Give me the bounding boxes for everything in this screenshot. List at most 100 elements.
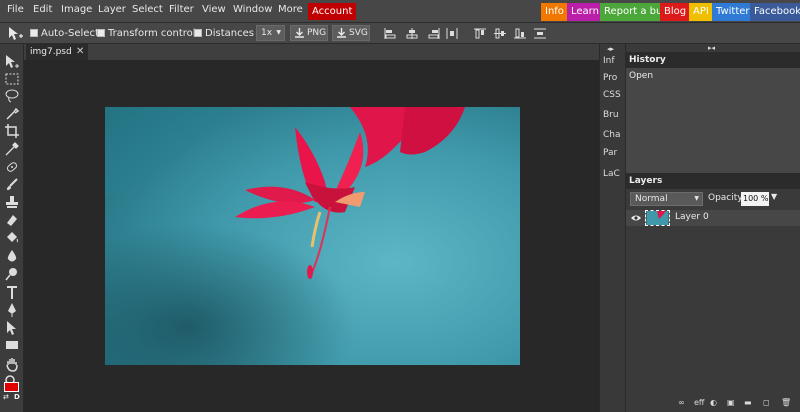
- blend-mode-select[interactable]: Normal ▼: [630, 192, 703, 206]
- panel-layer-comps-tab[interactable]: LaC: [603, 169, 620, 179]
- tools-panel: ⇄ D: [0, 44, 24, 412]
- document-image[interactable]: [105, 107, 520, 365]
- menu-file[interactable]: File: [7, 4, 24, 15]
- align-center-h-icon[interactable]: [406, 28, 418, 39]
- panel-css-tab[interactable]: CSS: [603, 90, 621, 100]
- swap-colors-icon[interactable]: ⇄: [3, 393, 9, 401]
- history-title: History: [629, 55, 666, 65]
- align-left-icon[interactable]: [384, 28, 396, 39]
- transform-controls-label: Transform controls: [108, 28, 201, 39]
- new-layer-icon[interactable]: ◻: [763, 398, 770, 407]
- panel-properties-tab[interactable]: Pro: [603, 73, 617, 83]
- api-link[interactable]: API: [689, 3, 713, 21]
- opacity-input[interactable]: 100 %: [741, 192, 769, 206]
- dodge-tool-icon[interactable]: [4, 266, 20, 282]
- move-tool-icon[interactable]: [7, 26, 23, 42]
- expand-panels-icon[interactable]: ◂▸: [607, 45, 614, 53]
- account-button[interactable]: Account: [308, 3, 357, 20]
- info-link[interactable]: Info: [541, 3, 568, 21]
- scale-value: 1x: [261, 28, 273, 38]
- history-list: Open: [626, 68, 800, 176]
- options-bar: Auto-Select Transform controls Distances…: [0, 23, 800, 44]
- crop-tool-icon[interactable]: [4, 123, 20, 139]
- distribute-h-icon[interactable]: [446, 28, 458, 39]
- blog-link[interactable]: Blog: [660, 3, 691, 21]
- menu-more[interactable]: More: [278, 4, 303, 15]
- opacity-label: Opacity:: [708, 193, 745, 203]
- align-right-icon[interactable]: [428, 28, 440, 39]
- lasso-tool-icon[interactable]: [4, 88, 20, 104]
- type-tool-icon[interactable]: [4, 285, 20, 301]
- layers-title: Layers: [629, 176, 663, 186]
- new-folder-icon[interactable]: ▬: [744, 398, 752, 407]
- layers-panel-header: Layers: [626, 173, 800, 189]
- chevron-down-icon: ▼: [694, 195, 699, 202]
- export-png-button[interactable]: PNG: [290, 25, 328, 41]
- scale-select[interactable]: 1x ▼: [256, 25, 285, 41]
- chevron-down-icon[interactable]: ▼: [771, 192, 777, 201]
- export-png-label: PNG: [307, 28, 327, 38]
- align-top-icon[interactable]: [474, 28, 486, 39]
- menu-filter[interactable]: Filter: [169, 4, 194, 15]
- align-bottom-icon[interactable]: [514, 28, 526, 39]
- foreground-color-swatch[interactable]: [4, 382, 19, 392]
- download-icon: [337, 28, 346, 38]
- hand-tool-icon[interactable]: [4, 356, 20, 372]
- menu-bar: File Edit Image Layer Select Filter View…: [0, 0, 800, 23]
- transform-controls-checkbox[interactable]: [97, 29, 105, 37]
- blur-tool-icon[interactable]: [4, 248, 20, 264]
- link-layers-icon[interactable]: ∞: [678, 398, 685, 407]
- distances-checkbox[interactable]: [194, 29, 202, 37]
- default-colors-icon[interactable]: D: [14, 393, 20, 401]
- panel-paragraph-tab[interactable]: Par: [603, 148, 617, 158]
- menu-edit[interactable]: Edit: [33, 4, 52, 15]
- chevron-down-icon: ▼: [276, 29, 281, 36]
- history-panel-header: History: [626, 52, 800, 68]
- eraser-tool-icon[interactable]: [4, 212, 20, 228]
- facebook-link[interactable]: Facebook: [750, 3, 800, 21]
- collapsed-panels: ◂▸ Inf Pro CSS Bru Cha Par LaC: [599, 44, 625, 412]
- menu-view[interactable]: View: [202, 4, 226, 15]
- document-tab[interactable]: img7.psd ✕: [26, 44, 88, 60]
- menu-layer[interactable]: Layer: [98, 4, 126, 15]
- align-middle-v-icon[interactable]: [494, 28, 506, 39]
- path-select-icon[interactable]: [4, 320, 20, 336]
- menu-image[interactable]: Image: [61, 4, 92, 15]
- marquee-tool-icon[interactable]: [4, 71, 20, 87]
- menu-window[interactable]: Window: [233, 4, 272, 15]
- close-icon[interactable]: ✕: [76, 44, 84, 60]
- panel-info-tab[interactable]: Inf: [603, 56, 615, 66]
- auto-select-checkbox[interactable]: [30, 29, 38, 37]
- auto-select-label: Auto-Select: [41, 28, 99, 39]
- pen-tool-icon[interactable]: [4, 302, 20, 318]
- layer-thumbnail: [645, 210, 670, 226]
- export-svg-button[interactable]: SVG: [332, 25, 370, 41]
- export-svg-label: SVG: [349, 28, 368, 38]
- distances-label: Distances: [205, 28, 254, 39]
- quick-select-icon[interactable]: [4, 106, 20, 122]
- distribute-v-icon[interactable]: [534, 28, 546, 39]
- history-entry[interactable]: Open: [629, 71, 653, 81]
- healing-brush-icon[interactable]: [4, 159, 20, 175]
- eye-icon[interactable]: [631, 214, 641, 222]
- layer-row[interactable]: Layer 0: [626, 210, 800, 226]
- brush-tool-icon[interactable]: [4, 177, 20, 193]
- layers-footer: ∞ eff ◐ ▣ ▬ ◻ 🗑: [626, 394, 800, 412]
- shape-tool-icon[interactable]: [4, 337, 20, 353]
- adjustment-layer-icon[interactable]: ◐: [710, 398, 717, 407]
- clone-stamp-icon[interactable]: [4, 194, 20, 210]
- twitter-link[interactable]: Twitter: [712, 3, 754, 21]
- move-tool-icon[interactable]: [4, 54, 20, 70]
- effects-link[interactable]: eff: [694, 398, 704, 407]
- menu-select[interactable]: Select: [132, 4, 163, 15]
- panel-brush-tab[interactable]: Bru: [603, 110, 619, 120]
- trash-icon[interactable]: 🗑: [781, 398, 791, 407]
- paint-bucket-icon[interactable]: [4, 230, 20, 246]
- eyedropper-icon[interactable]: [4, 141, 20, 157]
- learn-link[interactable]: Learn: [567, 3, 603, 21]
- layer-name[interactable]: Layer 0: [675, 212, 709, 222]
- panel-character-tab[interactable]: Cha: [603, 130, 621, 140]
- mask-icon[interactable]: ▣: [727, 398, 735, 407]
- collapse-panels-icon[interactable]: ▸◂: [708, 44, 715, 52]
- right-panels: ▸◂ History Open Layers Normal ▼ Opacity:…: [625, 44, 800, 412]
